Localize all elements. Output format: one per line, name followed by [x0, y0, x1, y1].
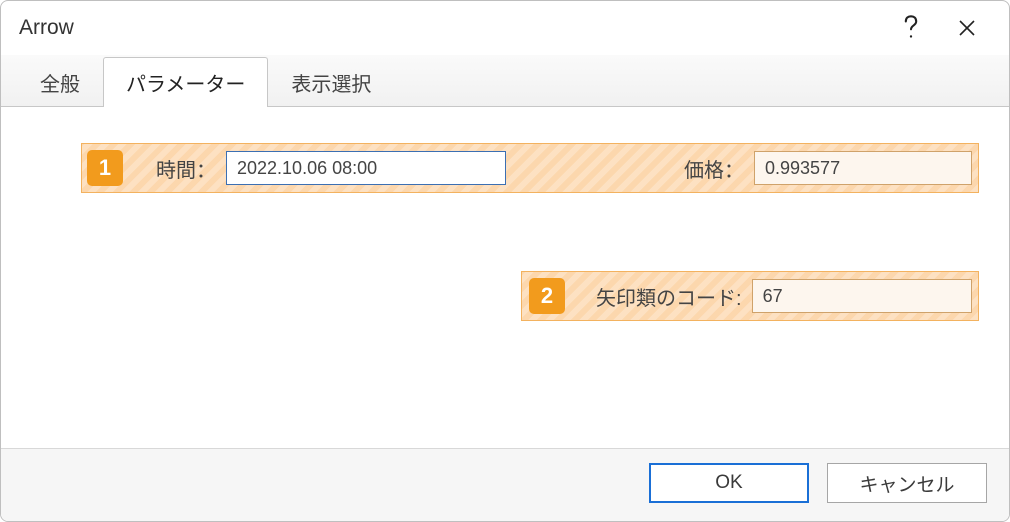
callout-badge-2: 2 [529, 278, 565, 314]
window-title: Arrow [19, 16, 883, 40]
cancel-button[interactable]: キャンセル [827, 463, 987, 503]
time-input[interactable]: 2022.10.06 08:00 [226, 151, 506, 185]
tab-display[interactable]: 表示選択 [268, 57, 394, 107]
highlight-row-2: 矢印類のコード: 67 [521, 271, 979, 321]
tab-parameters[interactable]: パラメーター [103, 57, 268, 107]
help-button[interactable] [883, 8, 939, 48]
ok-button[interactable]: OK [649, 463, 809, 503]
price-input[interactable]: 0.993577 [754, 151, 972, 185]
highlight-row-1: 時間： 2022.10.06 08:00 価格： 0.993577 [81, 143, 979, 193]
dialog-window: Arrow 全般 パラメーター 表示選択 時間： 2022.10.06 08:0… [0, 0, 1010, 522]
tab-bar: 全般 パラメーター 表示選択 [1, 55, 1009, 107]
dialog-footer: OK キャンセル [1, 448, 1009, 521]
close-button[interactable] [939, 8, 995, 48]
price-label: 価格： [684, 154, 744, 183]
arrowcode-input[interactable]: 67 [752, 279, 972, 313]
time-label: 時間： [156, 154, 216, 183]
callout-badge-1: 1 [87, 150, 123, 186]
arrowcode-label: 矢印類のコード: [596, 282, 742, 311]
titlebar: Arrow [1, 1, 1009, 55]
tab-content: 時間： 2022.10.06 08:00 価格： 0.993577 1 矢印類の… [1, 107, 1009, 448]
tab-general[interactable]: 全般 [17, 57, 103, 107]
